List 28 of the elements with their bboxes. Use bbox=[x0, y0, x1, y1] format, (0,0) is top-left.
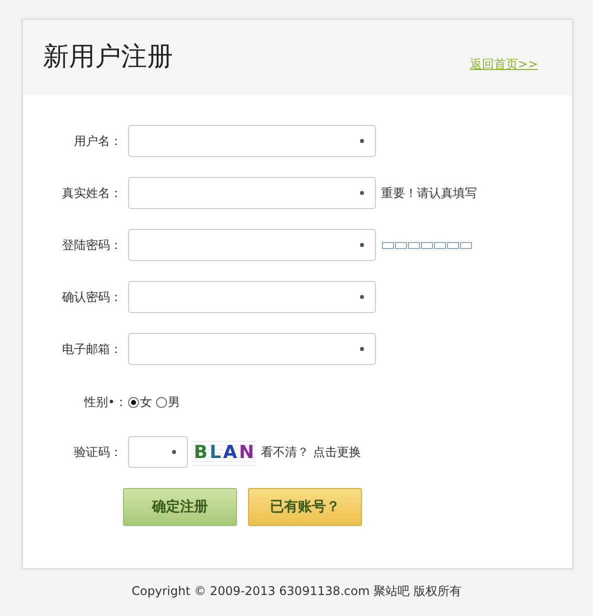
field-label: 用户名： bbox=[73, 133, 123, 150]
input-field[interactable] bbox=[128, 333, 376, 365]
field-label: 电子邮箱： bbox=[61, 341, 123, 358]
register-button[interactable]: 确定注册 bbox=[123, 488, 237, 526]
hint-text: 重要！请认真填写 bbox=[381, 185, 477, 202]
field-label: 确认密码： bbox=[61, 289, 123, 306]
dot-icon bbox=[360, 243, 364, 247]
input-field[interactable] bbox=[128, 177, 376, 209]
radio-option[interactable]: 女 bbox=[128, 393, 152, 411]
copyright-text: Copyright © 2009-2013 63091138.com 聚站吧 版权所有 bbox=[130, 583, 462, 600]
input-field[interactable] bbox=[128, 436, 188, 468]
login-button[interactable]: 已有账号？ bbox=[248, 488, 362, 526]
input-field[interactable] bbox=[128, 229, 376, 261]
dot-icon bbox=[360, 295, 364, 299]
field-label: 性别•： bbox=[82, 394, 128, 411]
input-field[interactable] bbox=[128, 281, 376, 313]
dot-icon bbox=[360, 139, 364, 143]
field-label: 登陆密码： bbox=[61, 237, 123, 254]
captcha-image[interactable]: B LAN bbox=[192, 438, 256, 466]
field-label: 真实姓名： bbox=[61, 185, 123, 202]
refresh-link[interactable]: 看不清？ 点击更换 bbox=[261, 443, 361, 461]
radio-option[interactable]: 男 bbox=[156, 393, 180, 411]
page-title: 新用户注册 bbox=[43, 42, 173, 74]
dot-icon bbox=[172, 450, 176, 454]
input-field[interactable] bbox=[128, 125, 376, 157]
dot-icon bbox=[360, 191, 364, 195]
field-label: 验证码： bbox=[73, 444, 123, 461]
dot-icon bbox=[360, 347, 364, 351]
